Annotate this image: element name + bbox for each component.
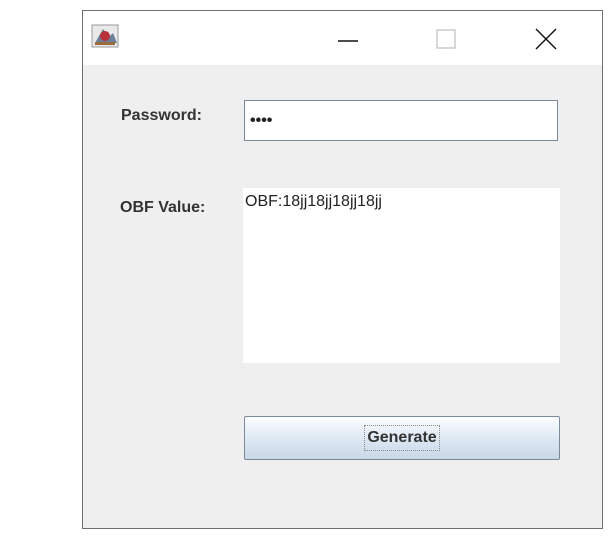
- obf-value-label: OBF Value:: [120, 199, 206, 216]
- password-field[interactable]: [244, 100, 558, 141]
- maximize-icon: [436, 29, 456, 49]
- obf-value-textarea[interactable]: OBF:18jj18jj18jj18jj: [243, 188, 560, 363]
- close-button[interactable]: [523, 19, 569, 59]
- java-app-icon: [91, 24, 119, 48]
- maximize-button[interactable]: [423, 19, 469, 59]
- password-label: Password:: [121, 107, 202, 124]
- title-bar[interactable]: [83, 11, 602, 65]
- generate-button-label: Generate: [364, 425, 440, 451]
- minimize-button[interactable]: [325, 19, 371, 59]
- generate-button[interactable]: Generate: [244, 416, 560, 460]
- close-icon: [535, 28, 557, 50]
- app-window: Password: OBF Value: OBF:18jj18jj18jj18j…: [82, 10, 603, 529]
- minimize-icon: [338, 40, 358, 42]
